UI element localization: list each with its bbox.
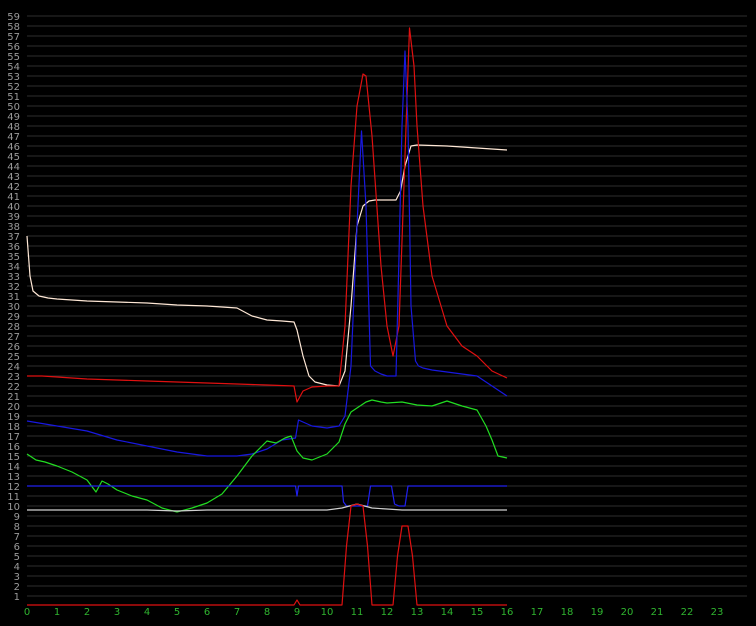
y-tick-label: 54 — [7, 62, 20, 73]
y-tick-label: 22 — [7, 382, 20, 393]
y-tick-label: 8 — [14, 522, 20, 533]
y-tick-label: 5 — [14, 552, 20, 563]
y-tick-label: 56 — [7, 42, 20, 53]
x-tick-label: 13 — [411, 607, 424, 618]
line-chart: 1234567891011121314151617181920212223242… — [0, 0, 756, 626]
y-tick-label: 34 — [7, 262, 20, 273]
y-tick-label: 46 — [7, 142, 20, 153]
y-tick-label: 28 — [7, 322, 20, 333]
x-tick-label: 6 — [204, 607, 210, 618]
y-tick-label: 13 — [7, 472, 20, 483]
y-tick-label: 21 — [7, 392, 20, 403]
y-tick-label: 41 — [7, 192, 20, 203]
y-tick-label: 9 — [14, 512, 20, 523]
y-tick-label: 40 — [7, 202, 20, 213]
y-tick-label: 2 — [14, 582, 20, 593]
y-tick-label: 33 — [7, 272, 20, 283]
x-tick-label: 3 — [114, 607, 120, 618]
x-tick-label: 16 — [501, 607, 514, 618]
x-tick-label: 2 — [84, 607, 90, 618]
y-tick-label: 47 — [7, 132, 20, 143]
y-tick-label: 26 — [7, 342, 20, 353]
y-tick-label: 25 — [7, 352, 20, 363]
y-tick-label: 37 — [7, 232, 20, 243]
y-tick-label: 1 — [14, 592, 20, 603]
y-tick-label: 53 — [7, 72, 20, 83]
y-tick-label: 16 — [7, 442, 20, 453]
y-tick-label: 29 — [7, 312, 20, 323]
x-tick-label: 1 — [54, 607, 60, 618]
y-tick-label: 4 — [14, 562, 20, 573]
x-tick-label: 15 — [471, 607, 484, 618]
y-tick-label: 23 — [7, 372, 20, 383]
y-tick-label: 12 — [7, 482, 20, 493]
chart-background — [0, 0, 756, 626]
x-tick-label: 0 — [24, 607, 30, 618]
y-tick-label: 27 — [7, 332, 20, 343]
y-tick-label: 15 — [7, 452, 20, 463]
x-tick-label: 12 — [381, 607, 394, 618]
y-tick-label: 39 — [7, 212, 20, 223]
y-tick-label: 6 — [14, 542, 20, 553]
y-tick-label: 49 — [7, 112, 20, 123]
y-tick-label: 30 — [7, 302, 20, 313]
y-tick-label: 50 — [7, 102, 20, 113]
x-tick-label: 18 — [561, 607, 574, 618]
y-tick-label: 44 — [7, 162, 20, 173]
y-tick-label: 11 — [7, 492, 20, 503]
y-tick-label: 48 — [7, 122, 20, 133]
x-tick-label: 8 — [264, 607, 270, 618]
y-tick-label: 57 — [7, 32, 20, 43]
x-tick-label: 21 — [651, 607, 664, 618]
y-tick-label: 14 — [7, 462, 20, 473]
x-tick-label: 5 — [174, 607, 180, 618]
x-tick-label: 9 — [294, 607, 300, 618]
x-tick-label: 23 — [711, 607, 724, 618]
y-tick-label: 17 — [7, 432, 20, 443]
y-tick-label: 18 — [7, 422, 20, 433]
x-tick-label: 4 — [144, 607, 150, 618]
y-tick-label: 35 — [7, 252, 20, 263]
y-tick-label: 42 — [7, 182, 20, 193]
y-tick-label: 55 — [7, 52, 20, 63]
x-tick-label: 20 — [621, 607, 634, 618]
y-tick-label: 3 — [14, 572, 20, 583]
y-tick-label: 32 — [7, 282, 20, 293]
y-tick-label: 58 — [7, 22, 20, 33]
x-tick-label: 11 — [351, 607, 364, 618]
y-tick-label: 24 — [7, 362, 20, 373]
y-tick-label: 36 — [7, 242, 20, 253]
y-tick-label: 7 — [14, 532, 20, 543]
x-tick-label: 10 — [321, 607, 334, 618]
chart: 1 2 3 4 5 6 7 8 9 10 11 12 13 14 15 16 17 18 19 20 21 22 23 24 2… — [0, 0, 756, 626]
y-tick-label: 43 — [7, 172, 20, 183]
y-tick-label: 10 — [7, 502, 20, 513]
y-tick-label: 31 — [7, 292, 20, 303]
y-tick-label: 19 — [7, 412, 20, 423]
x-tick-label: 17 — [531, 607, 544, 618]
x-tick-label: 7 — [234, 607, 240, 618]
x-tick-label: 22 — [681, 607, 694, 618]
y-tick-label: 20 — [7, 402, 20, 413]
x-tick-label: 19 — [591, 607, 604, 618]
y-tick-label: 51 — [7, 92, 20, 103]
x-tick-label: 14 — [441, 607, 454, 618]
y-tick-label: 59 — [7, 12, 20, 23]
y-tick-label: 52 — [7, 82, 20, 93]
y-tick-label: 38 — [7, 222, 20, 233]
y-tick-label: 45 — [7, 152, 20, 163]
